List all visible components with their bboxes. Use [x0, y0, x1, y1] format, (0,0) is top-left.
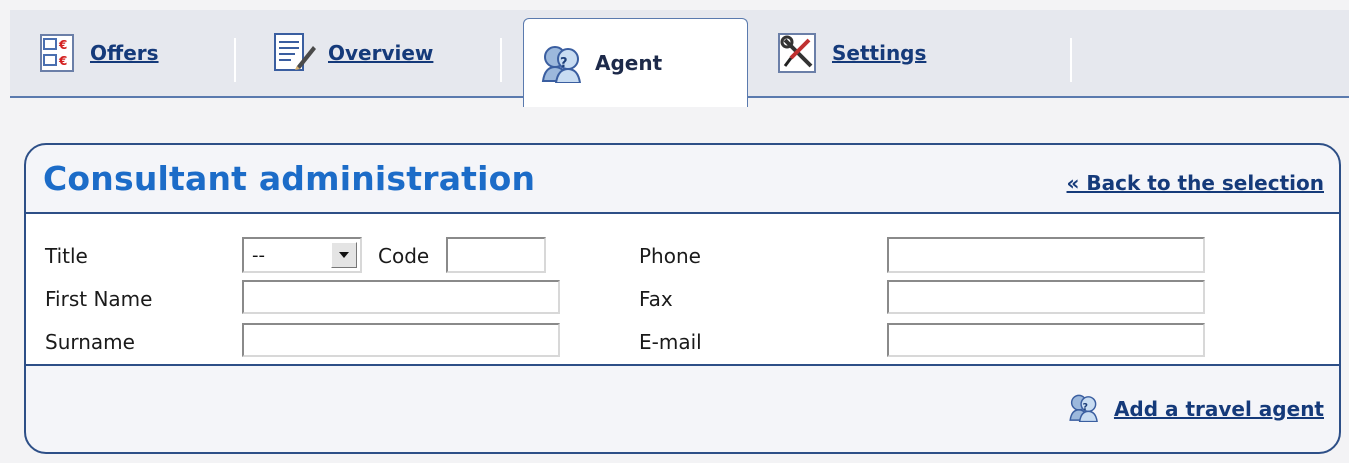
add-travel-agent-button[interactable]: ? Add a travel agent — [1068, 392, 1324, 426]
svg-text:?: ? — [1082, 402, 1087, 413]
title-select-value: -- — [252, 245, 265, 266]
consultant-form: Title -- Code First Name Surname Phone F… — [26, 214, 1339, 366]
tab-settings-label: Settings — [832, 41, 927, 65]
back-to-selection-link[interactable]: « Back to the selection — [1067, 171, 1324, 195]
tab-divider — [234, 38, 236, 82]
email-label: E-mail — [639, 330, 702, 354]
first-name-input[interactable] — [242, 280, 560, 314]
tab-divider — [500, 38, 502, 82]
tab-offers-label: Offers — [90, 41, 159, 65]
phone-input[interactable] — [887, 237, 1205, 273]
tab-overview[interactable]: Overview — [272, 10, 433, 96]
title-select[interactable]: -- — [242, 237, 362, 273]
first-name-label: First Name — [45, 287, 153, 311]
tab-agent-label: Agent — [595, 51, 663, 75]
title-label: Title — [45, 244, 88, 268]
tab-offers[interactable]: € € Offers — [34, 10, 159, 96]
surname-input[interactable] — [242, 323, 560, 357]
add-travel-agent-label: Add a travel agent — [1113, 397, 1324, 421]
svg-text:?: ? — [560, 56, 568, 71]
surname-label: Surname — [45, 330, 135, 354]
fax-label: Fax — [639, 287, 673, 311]
page-title: Consultant administration — [43, 159, 536, 198]
svg-text:€: € — [58, 38, 67, 52]
panel-header: Consultant administration « Back to the … — [26, 145, 1339, 214]
fax-input[interactable] — [887, 280, 1205, 314]
code-input[interactable] — [446, 237, 546, 273]
tab-settings[interactable]: Settings — [776, 10, 926, 96]
tab-overview-label: Overview — [328, 41, 434, 65]
panel-footer: ? Add a travel agent — [26, 366, 1339, 452]
chevron-down-icon[interactable] — [331, 242, 357, 268]
email-input[interactable] — [887, 323, 1205, 357]
tab-bar: € € Offers Overview ? Agent Settings — [10, 10, 1349, 107]
agent-icon: ? — [539, 40, 585, 86]
overview-icon — [272, 30, 318, 76]
phone-label: Phone — [639, 244, 701, 268]
tab-divider — [1070, 38, 1072, 82]
tab-agent[interactable]: ? Agent — [523, 18, 748, 107]
code-label: Code — [378, 244, 430, 268]
settings-icon — [776, 30, 822, 76]
consultant-panel: Consultant administration « Back to the … — [24, 143, 1341, 454]
svg-text:€: € — [58, 54, 67, 68]
agent-icon: ? — [1068, 392, 1100, 426]
offers-icon: € € — [34, 30, 80, 76]
